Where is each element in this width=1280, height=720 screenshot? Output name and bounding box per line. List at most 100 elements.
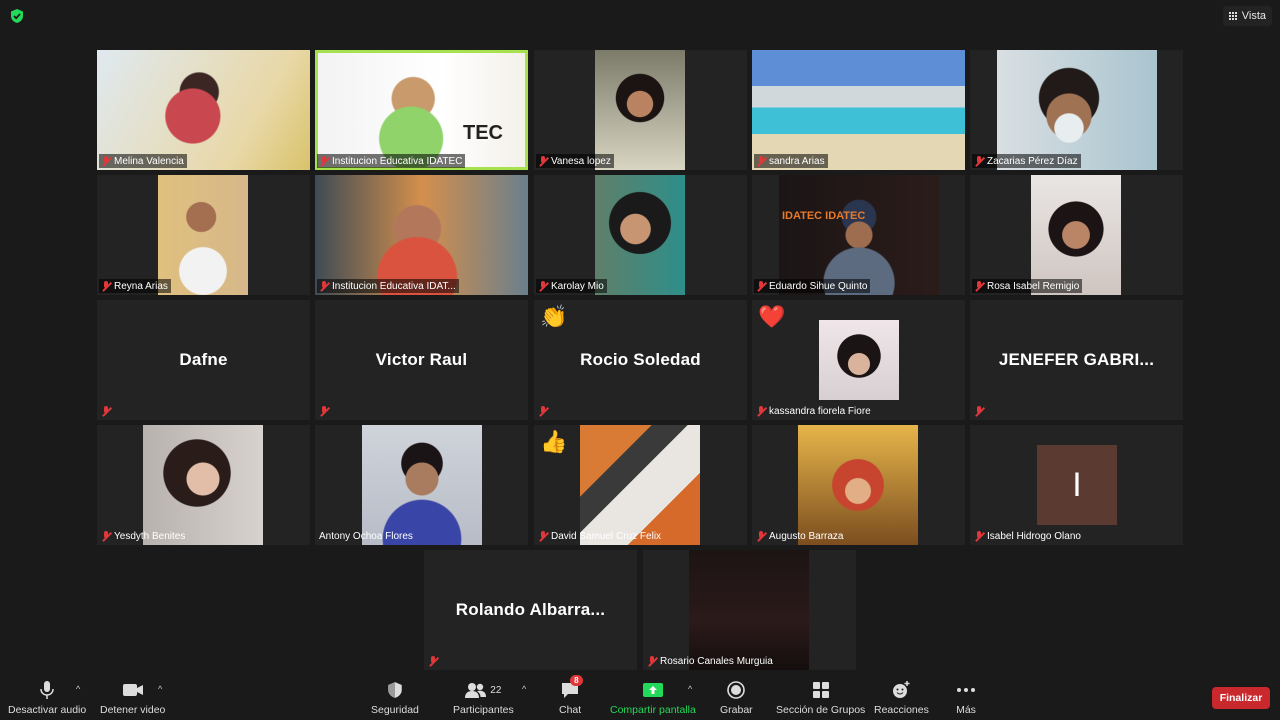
muted-mic-icon [538,280,548,292]
muted-mic-icon [319,155,329,167]
participant-tile[interactable]: Antony Ochoa Flores [315,425,528,545]
participant-tile[interactable]: Karolay Mio [534,175,747,295]
muted-mic-icon [647,655,657,667]
participant-tile[interactable]: IDATEC IDATEC Eduardo Sihue Quinto [752,175,965,295]
view-button[interactable]: Vista [1222,6,1272,26]
participant-name-label: Karolay Mio [536,279,607,293]
participant-tile[interactable]: Reyna Arias [97,175,310,295]
video-feed [143,425,263,545]
chat-bubble-icon: 8 [560,675,583,701]
muted-mic-icon [101,530,111,542]
participant-tile-active-speaker[interactable]: TEC Institucion Educativa IDATEC [315,50,528,170]
participant-name-label: Rosario Canales Murguia [645,654,776,668]
participants-button[interactable]: 22 Participantes [453,679,514,716]
participant-display-name: JENEFER GABRI... [998,350,1155,369]
participant-display-name: Rocio Soledad [580,350,701,369]
participant-display-name: Dafne [179,350,228,369]
breakout-rooms-icon [812,679,830,701]
participant-tile[interactable]: JENEFER GABRI... [970,300,1183,420]
video-feed [580,425,700,545]
muted-mic-icon [101,155,111,167]
video-feed [595,175,685,295]
share-options-caret[interactable]: ^ [688,684,692,694]
muted-mic-icon [538,405,548,417]
participant-status [317,404,332,418]
video-feed [595,50,685,170]
participant-name-label: Yesdyth Benites [99,529,188,543]
participant-tile[interactable]: ❤️ kassandra fiorela Fiore [752,300,965,420]
video-feed [362,425,482,545]
muted-mic-icon [538,155,548,167]
video-feed [819,320,899,400]
participant-tile[interactable]: Rosa Isabel Remigio [970,175,1183,295]
muted-mic-icon [974,155,984,167]
more-button[interactable]: Más [956,679,976,716]
participant-tile[interactable]: Institucion Educativa IDAT... [315,175,528,295]
muted-mic-icon [538,530,548,542]
participants-icon: 22 [465,679,501,701]
participant-name-label: Isabel Hidrogo Olano [972,529,1084,543]
video-feed [318,53,525,167]
muted-mic-icon [428,655,438,667]
participant-name-label: kassandra fiorela Fiore [754,404,874,418]
idatec-backdrop-text: IDATEC IDATEC [782,210,866,222]
participant-tile[interactable]: Yesdyth Benites [97,425,310,545]
muted-mic-icon [756,155,766,167]
participant-tile[interactable]: Zacarias Pérez Díaz [970,50,1183,170]
view-label: Vista [1241,10,1266,22]
participant-name-label: Zacarias Pérez Díaz [972,154,1081,168]
muted-mic-icon [101,280,111,292]
video-feed [997,50,1157,170]
participant-tile[interactable]: 👏 Rocio Soledad [534,300,747,420]
end-meeting-button[interactable]: Finalizar [1212,687,1270,709]
participant-tile[interactable]: I Isabel Hidrogo Olano [970,425,1183,545]
video-feed [798,425,918,545]
participant-initial-avatar: I [1037,445,1117,525]
chat-button[interactable]: 8 Chat [559,675,583,716]
participant-tile[interactable]: Victor Raul [315,300,528,420]
video-feed [158,175,248,295]
audio-options-caret[interactable]: ^ [76,684,80,694]
participant-tile[interactable]: Vanesa lopez [534,50,747,170]
muted-mic-icon [974,280,984,292]
participant-tile[interactable]: Rosario Canales Murguia [643,550,856,670]
mute-audio-button[interactable]: Desactivar audio [8,679,86,716]
security-button[interactable]: Seguridad [371,679,419,716]
participant-tile[interactable]: Rolando Albarra... [424,550,637,670]
encryption-shield-icon[interactable] [9,8,25,24]
record-icon [727,679,746,701]
video-feed [97,50,310,170]
microphone-icon [39,679,55,701]
meeting-toolbar: Desactivar audio ^ Detener video ^ Segur… [0,674,1280,720]
participant-status [99,404,114,418]
participant-tile[interactable]: Melina Valencia [97,50,310,170]
breakout-rooms-button[interactable]: Sección de Grupos [776,679,865,716]
stop-video-button[interactable]: Detener video [100,679,165,716]
participant-name-label: Rosa Isabel Remigio [972,279,1083,293]
muted-mic-icon [756,405,766,417]
more-dots-icon [956,679,976,701]
grid-icon [1229,12,1238,21]
participant-name-label: Vanesa lopez [536,154,614,168]
reactions-button[interactable]: Reacciones [874,679,929,716]
video-feed [1031,175,1121,295]
thumbs-up-reaction-icon: 👍 [540,429,568,454]
muted-mic-icon [319,280,329,292]
participant-tile[interactable]: Dafne [97,300,310,420]
participant-tile[interactable]: sandra Arias [752,50,965,170]
video-feed [752,50,965,170]
muted-mic-icon [974,530,984,542]
record-button[interactable]: Grabar [720,679,753,716]
share-screen-button[interactable]: Compartir pantalla [610,679,696,716]
participants-options-caret[interactable]: ^ [522,684,526,694]
muted-mic-icon [319,405,329,417]
participant-status [426,654,441,668]
video-options-caret[interactable]: ^ [158,684,162,694]
participant-tile[interactable]: Augusto Barraza [752,425,965,545]
participant-name-label: Melina Valencia [99,154,187,168]
idatec-logo: TEC [463,122,503,144]
participant-name-label: Institucion Educativa IDATEC [317,154,466,168]
participant-tile[interactable]: 👍 David Samuel Cruz Felix [534,425,747,545]
share-screen-icon [642,679,664,701]
participant-status [536,404,551,418]
